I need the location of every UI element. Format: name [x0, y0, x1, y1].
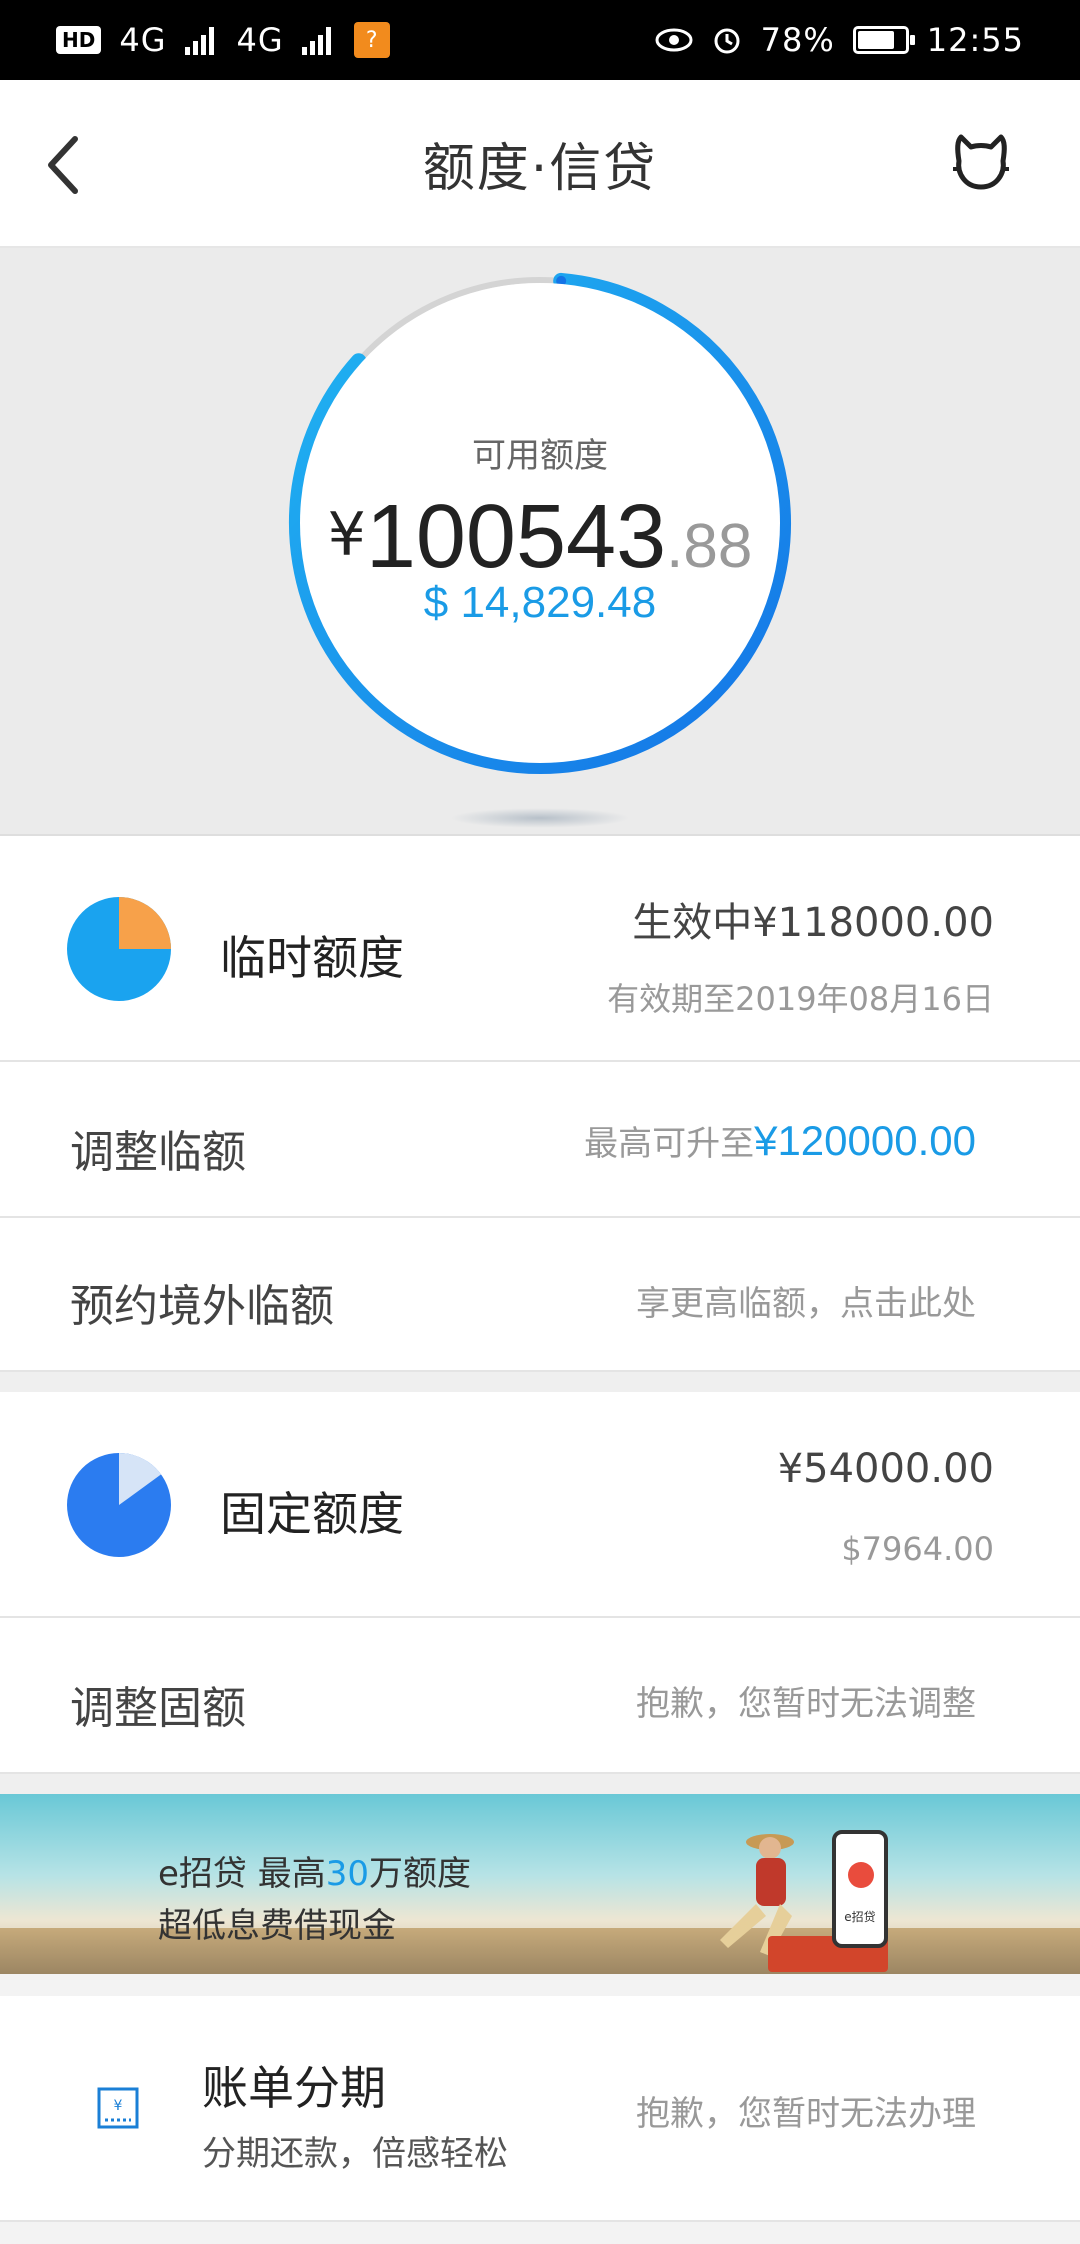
- cat-service-icon: [953, 134, 1009, 190]
- temporary-credit-status: 生效中¥118000.00: [632, 900, 994, 946]
- signal-2: 4G: [236, 21, 284, 59]
- app-logo-icon: [848, 1862, 874, 1888]
- banner-headline: e招贷 最高30万额度: [158, 1846, 471, 1895]
- adjust-temp-credit-row[interactable]: 调整临额 最高可升至¥120000.00: [0, 1062, 1080, 1218]
- available-credit-ring[interactable]: 可用额度 ¥100543.88 $ 14,829.48: [285, 268, 795, 778]
- status-left: HD 4G 4G ?: [56, 21, 390, 59]
- fixed-credit-amount: ¥54000.00: [777, 1446, 994, 1492]
- banner-highlight: 30: [325, 1854, 369, 1894]
- customer-service-button[interactable]: [946, 128, 1016, 198]
- battery-percent: 78%: [760, 21, 835, 59]
- signal-bars-icon: [301, 27, 331, 55]
- back-button[interactable]: [28, 130, 98, 200]
- pie-slice: [119, 897, 171, 949]
- battery-icon: [852, 26, 915, 54]
- reserve-overseas-row[interactable]: 预约境外临额 享更高临额，点击此处: [0, 1218, 1080, 1372]
- battery-fill: [857, 31, 894, 49]
- section-divider: [0, 1774, 1080, 1794]
- signal-bars-icon: [184, 27, 214, 55]
- available-credit-panel: 可用额度 ¥100543.88 $ 14,829.48: [0, 248, 1080, 836]
- fixed-credit-row[interactable]: 固定额度 ¥54000.00 $7964.00: [0, 1392, 1080, 1618]
- temporary-credit-validity: 有效期至2019年08月16日: [607, 980, 994, 1018]
- phone-caption: e招贷: [844, 1910, 876, 1924]
- fixed-credit-pie-icon: [67, 1453, 171, 1557]
- adjust-fixed-credit-row[interactable]: 调整固额 抱歉，您暂时无法调整: [0, 1618, 1080, 1774]
- available-credit-label: 可用额度: [472, 436, 608, 476]
- max-temp-amount: ¥120000.00: [754, 1117, 976, 1164]
- banner-subline: 超低息费借现金: [158, 1906, 396, 1946]
- bill-icon-glyph: ¥: [114, 2098, 123, 2114]
- currency-symbol: ¥: [327, 500, 366, 570]
- bill-icon: ¥: [97, 2087, 139, 2129]
- temporary-credit-row[interactable]: 临时额度 生效中¥118000.00 有效期至2019年08月16日: [0, 836, 1080, 1062]
- clock: 12:55: [926, 21, 1024, 59]
- temporary-credit-title: 临时额度: [220, 931, 404, 985]
- temporary-credit-pie-icon: [67, 897, 171, 1001]
- hd-badge: HD: [56, 26, 102, 54]
- bill-installment-hint: 抱歉，您暂时无法办理: [636, 2094, 976, 2134]
- e-loan-promo-banner[interactable]: e招贷 最高30万额度 超低息费借现金 e招贷: [0, 1794, 1080, 1974]
- adjust-fixed-credit-title: 调整固额: [70, 1683, 246, 1734]
- phone-illustration: e招贷: [832, 1830, 888, 1948]
- status-right: 78% 12:55: [655, 21, 1024, 59]
- amount-integer: 100543: [365, 487, 667, 587]
- adjust-fixed-credit-hint: 抱歉，您暂时无法调整: [636, 1684, 976, 1724]
- chevron-left-icon: [48, 136, 78, 194]
- alarm-icon: [714, 28, 740, 54]
- adjust-temp-credit-title: 调整临额: [70, 1127, 246, 1178]
- bill-installment-subtitle: 分期还款，倍感轻松: [202, 2134, 508, 2174]
- bill-installment-row[interactable]: ¥ 账单分期 分期还款，倍感轻松 抱歉，您暂时无法办理: [0, 1996, 1080, 2222]
- reserve-overseas-hint: 享更高临额，点击此处: [636, 1284, 976, 1324]
- banner-headline-suffix: 万额度: [369, 1854, 471, 1894]
- app-notification-icon: ?: [353, 22, 390, 58]
- amount-decimal: .88: [666, 512, 753, 581]
- available-credit-usd: $ 14,829.48: [423, 578, 657, 627]
- reserve-overseas-title: 预约境外临额: [70, 1281, 334, 1332]
- fixed-credit-usd: $7964.00: [841, 1530, 994, 1568]
- available-credit-amount: ¥100543.88: [285, 486, 795, 589]
- signal-1: 4G: [119, 21, 167, 59]
- fixed-credit-title: 固定额度: [220, 1487, 404, 1541]
- banner-headline-prefix: e招贷 最高: [158, 1854, 326, 1894]
- adjust-temp-credit-hint: 最高可升至¥120000.00: [584, 1116, 976, 1165]
- status-bar: HD 4G 4G ? 78% 12:55: [0, 0, 1080, 80]
- page-title: 额度·信贷: [422, 138, 658, 199]
- section-divider: [0, 1372, 1080, 1392]
- bill-installment-title: 账单分期: [202, 2061, 386, 2115]
- hint-prefix: 最高可升至: [584, 1124, 755, 1164]
- nav-bar: 额度·信贷: [0, 80, 1080, 248]
- page: HD 4G 4G ? 78% 12:55 额度·信贷 可用额度 ¥100543.…: [0, 0, 1080, 2244]
- eye-icon: [655, 28, 693, 52]
- ring-shadow: [450, 808, 630, 828]
